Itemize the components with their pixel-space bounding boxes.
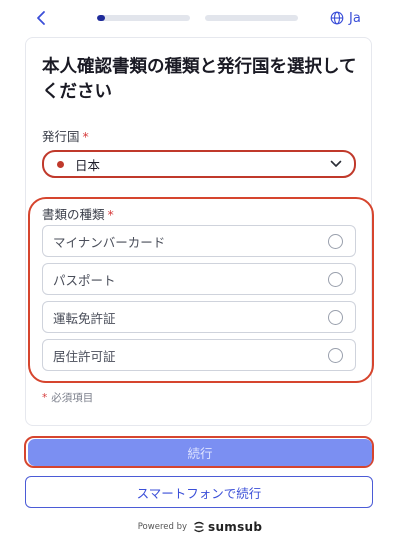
country-select[interactable]: 日本: [42, 150, 356, 178]
top-bar: Ja: [0, 0, 400, 36]
required-mark: *: [82, 129, 89, 144]
progress-step-2: [205, 15, 298, 21]
doc-option-label: マイナンバーカード: [53, 234, 166, 250]
powered-by-label: Powered by: [137, 522, 187, 532]
doc-option-label: パスポート: [53, 272, 116, 288]
doc-option-label: 運転免許証: [53, 310, 116, 326]
country-label: 発行国 *: [42, 129, 89, 144]
language-switcher[interactable]: Ja: [330, 8, 361, 28]
doc-option-label: 居住許可証: [53, 348, 116, 364]
globe-icon: [330, 11, 344, 25]
language-code: Ja: [349, 10, 361, 26]
continue-on-phone-button[interactable]: スマートフォンで続行: [25, 476, 373, 508]
brand-name: sumsub: [208, 520, 263, 534]
chevron-down-icon: [330, 160, 342, 167]
required-mark: *: [42, 392, 48, 404]
sumsub-logo-icon: [194, 521, 204, 533]
doc-option-my-number-card[interactable]: マイナンバーカード: [42, 225, 356, 257]
progress-step-1: [97, 15, 190, 21]
required-fields-note: * 必須項目: [42, 392, 94, 404]
doc-option-drivers-license[interactable]: 運転免許証: [42, 301, 356, 333]
radio-button[interactable]: [328, 348, 343, 363]
radio-button[interactable]: [328, 310, 343, 325]
doc-option-passport[interactable]: パスポート: [42, 263, 356, 295]
doc-option-residence-permit[interactable]: 居住許可証: [42, 339, 356, 371]
radio-button[interactable]: [328, 272, 343, 287]
japan-flag-icon: [57, 160, 64, 168]
powered-by-footer: Powered by sumsub: [0, 520, 400, 534]
continue-button[interactable]: 続行: [28, 439, 372, 466]
page-title: 本人確認書類の種類と発行国を選択してください: [42, 57, 357, 102]
radio-button[interactable]: [328, 234, 343, 249]
back-chevron-icon[interactable]: [34, 9, 50, 27]
country-select-value: 日本: [75, 157, 101, 173]
